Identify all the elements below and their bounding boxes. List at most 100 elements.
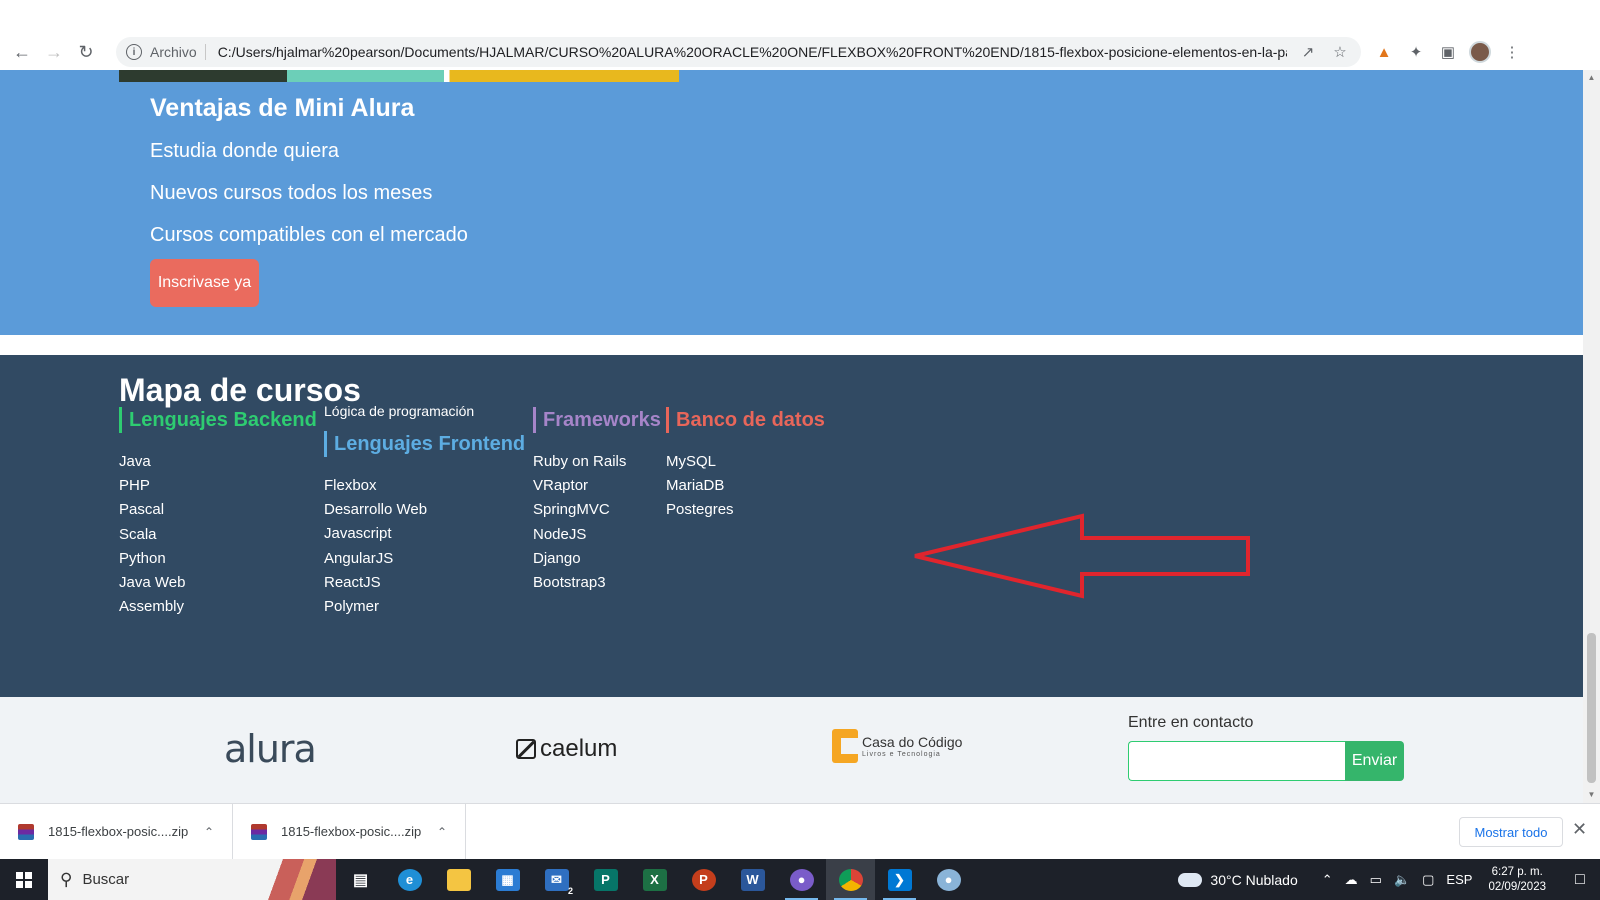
- mail-icon[interactable]: ✉ 2: [532, 859, 581, 900]
- frontend-course-list: Flexbox Desarrollo Web Javascript Angula…: [324, 474, 427, 619]
- close-icon[interactable]: ✕: [1572, 819, 1587, 840]
- edge-icon[interactable]: e: [385, 859, 434, 900]
- paint-icon[interactable]: ●: [924, 859, 973, 900]
- weather-widget[interactable]: 30°C Nublado: [1178, 871, 1298, 888]
- mail-badge: 2: [567, 886, 573, 896]
- chrome-icon[interactable]: [826, 859, 875, 900]
- send-button[interactable]: Enviar: [1345, 741, 1404, 781]
- course-item[interactable]: NodeJS: [533, 523, 626, 547]
- discord-like-icon[interactable]: ●: [777, 859, 826, 900]
- battery-icon[interactable]: ▭: [1370, 872, 1382, 888]
- search-placeholder: Buscar: [82, 871, 130, 888]
- advantages-title: Ventajas de Mini Alura: [150, 94, 415, 122]
- advantage-item: Nuevos cursos todos los meses: [150, 182, 433, 204]
- logic-programming-link[interactable]: Lógica de programación: [324, 403, 474, 419]
- chevron-up-icon[interactable]: ⌃: [437, 825, 447, 839]
- download-item[interactable]: 1815-flexbox-posic....zip ⌃: [0, 803, 233, 860]
- scroll-up-icon[interactable]: ▲: [1587, 73, 1596, 82]
- browser-toolbar: ← → ↻ i Archivo C:/Users/hjalmar%20pears…: [0, 34, 1600, 70]
- course-item[interactable]: Scala: [119, 523, 185, 547]
- download-item[interactable]: 1815-flexbox-posic....zip ⌃: [233, 803, 466, 860]
- course-item[interactable]: AngularJS: [324, 547, 427, 571]
- course-item[interactable]: Flexbox: [324, 474, 427, 498]
- metamask-fox-icon[interactable]: ▲: [1371, 39, 1397, 65]
- chevron-up-icon[interactable]: ⌃: [204, 825, 214, 839]
- course-item[interactable]: Pascal: [119, 498, 185, 522]
- windows-logo-icon: [16, 871, 32, 888]
- url-text[interactable]: C:/Users/hjalmar%20pearson/Documents/HJA…: [218, 44, 1287, 60]
- course-item[interactable]: Desarrollo Web: [324, 498, 427, 522]
- bookmark-star-icon[interactable]: ☆: [1329, 43, 1351, 61]
- menu-kebab-icon[interactable]: ⋮: [1499, 39, 1525, 65]
- course-item[interactable]: VRaptor: [533, 474, 626, 498]
- notifications-icon[interactable]: □: [1560, 859, 1600, 900]
- course-item[interactable]: Postegres: [666, 498, 734, 522]
- signup-button[interactable]: Inscrivase ya: [150, 259, 259, 307]
- extensions-puzzle-icon[interactable]: ✦: [1403, 39, 1429, 65]
- language-indicator[interactable]: ESP: [1446, 872, 1472, 887]
- course-item[interactable]: Assembly: [119, 595, 185, 619]
- omnibox-divider: [204, 44, 206, 60]
- course-item[interactable]: Java Web: [119, 571, 185, 595]
- clock[interactable]: 6:27 p. m. 02/09/2023: [1488, 865, 1546, 895]
- course-item[interactable]: Javascript: [324, 522, 427, 546]
- winrar-zip-icon: [251, 823, 267, 840]
- course-item[interactable]: Polymer: [324, 595, 427, 619]
- onedrive-cloud-icon[interactable]: ☁: [1345, 872, 1358, 888]
- publisher-icon[interactable]: P: [581, 859, 630, 900]
- clock-time: 6:27 p. m.: [1491, 865, 1543, 878]
- course-item[interactable]: Python: [119, 547, 185, 571]
- course-item[interactable]: Java: [119, 450, 185, 474]
- reload-button[interactable]: ↻: [70, 36, 102, 68]
- address-bar[interactable]: i Archivo C:/Users/hjalmar%20pearson/Doc…: [116, 37, 1361, 67]
- forward-button[interactable]: →: [38, 36, 70, 68]
- contact-email-input[interactable]: [1128, 741, 1346, 781]
- volume-icon[interactable]: 🔈: [1394, 872, 1410, 888]
- course-item[interactable]: SpringMVC: [533, 498, 626, 522]
- share-icon[interactable]: ↗: [1297, 43, 1319, 61]
- file-explorer-icon[interactable]: [434, 859, 483, 900]
- info-icon[interactable]: i: [126, 44, 142, 60]
- chevron-up-icon[interactable]: ⌃: [1322, 872, 1333, 888]
- task-view-icon[interactable]: ▤: [336, 859, 385, 900]
- course-item[interactable]: Bootstrap3: [533, 571, 626, 595]
- show-all-downloads-button[interactable]: Mostrar todo: [1459, 817, 1563, 847]
- frontend-heading: Lenguajes Frontend: [324, 431, 525, 457]
- course-item[interactable]: MariaDB: [666, 474, 734, 498]
- course-item[interactable]: Ruby on Rails: [533, 450, 626, 474]
- databases-course-list: MySQL MariaDB Postegres: [666, 450, 734, 523]
- network-icon[interactable]: ▢: [1422, 872, 1434, 888]
- start-button[interactable]: [0, 859, 48, 900]
- weather-text: 30°C Nublado: [1210, 871, 1298, 888]
- search-icon: ⚲: [60, 869, 73, 889]
- casa-do-codigo-mark-icon: [832, 729, 858, 763]
- profile-avatar[interactable]: [1467, 39, 1493, 65]
- excel-icon[interactable]: X: [630, 859, 679, 900]
- back-button[interactable]: ←: [6, 36, 38, 68]
- scroll-down-icon[interactable]: ▼: [1587, 790, 1596, 799]
- course-item[interactable]: MySQL: [666, 450, 734, 474]
- powerpoint-icon[interactable]: P: [679, 859, 728, 900]
- side-panel-icon[interactable]: ▣: [1435, 39, 1461, 65]
- download-filename: 1815-flexbox-posic....zip: [48, 824, 189, 839]
- course-item[interactable]: ReactJS: [324, 571, 427, 595]
- cdc-logo-title: Casa do Código: [862, 733, 963, 750]
- frameworks-heading: Frameworks: [533, 407, 661, 433]
- taskbar-search[interactable]: ⚲ Buscar: [48, 859, 336, 900]
- caelum-logo[interactable]: caelum: [516, 735, 617, 763]
- course-item[interactable]: PHP: [119, 474, 185, 498]
- store-icon[interactable]: ▦: [483, 859, 532, 900]
- advantage-item: Cursos compatibles con el mercado: [150, 224, 468, 246]
- vscode-icon[interactable]: ❯: [875, 859, 924, 900]
- word-icon[interactable]: W: [728, 859, 777, 900]
- scrollbar-thumb[interactable]: [1587, 633, 1596, 783]
- cdc-logo-subtitle: Livros e Tecnologia: [862, 750, 941, 758]
- course-item[interactable]: Django: [533, 547, 626, 571]
- page-footer: alura caelum Casa do Código Livros e Tec…: [0, 697, 1583, 803]
- course-map-section: Mapa de cursos Lógica de programación Le…: [0, 355, 1583, 697]
- casa-do-codigo-logo[interactable]: Casa do Código Livros e Tecnologia: [832, 729, 962, 763]
- scheme-label: Archivo: [150, 44, 197, 60]
- windows-taskbar: ⚲ Buscar ▤ e ▦ ✉ 2 P X P W ● ❯ ● 30°C Nub…: [0, 859, 1600, 900]
- page-scrollbar[interactable]: ▲ ▼: [1583, 70, 1600, 803]
- alura-logo[interactable]: alura: [224, 727, 317, 771]
